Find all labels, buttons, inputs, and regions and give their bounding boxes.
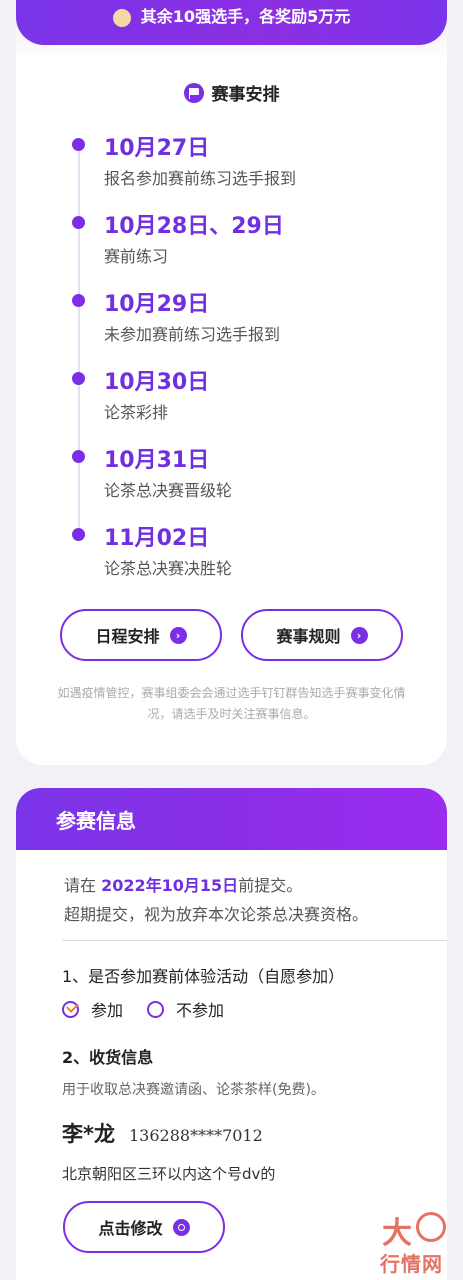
flag-icon bbox=[183, 82, 204, 103]
timeline-dot bbox=[72, 138, 85, 151]
timeline-desc: 论茶总决赛决胜轮 bbox=[104, 559, 233, 578]
timeline-date: 10月30日 bbox=[104, 370, 210, 395]
deadline-suffix: 前提交。 bbox=[238, 876, 303, 895]
banner-text: 其余10强选手，各奖励5万元 bbox=[140, 7, 351, 26]
medal-icon bbox=[112, 9, 131, 27]
recipient-address: 北京朝阳区三环以内这个号dv的 bbox=[62, 1165, 276, 1183]
edit-button-label: 点击修改 bbox=[98, 1219, 163, 1238]
divider bbox=[62, 940, 447, 941]
recipient-phone: 136288****7012 bbox=[128, 1126, 263, 1145]
timeline-desc: 未参加赛前练习选手报到 bbox=[104, 325, 281, 344]
rules-button[interactable]: 赛事规则 › bbox=[241, 609, 403, 661]
schedule-card: 赛事安排 10月27日 报名参加赛前练习选手报到 10月28日、29日 赛前练习… bbox=[16, 0, 447, 765]
timeline-date: 10月31日 bbox=[104, 448, 210, 473]
watermark-bottom: 行情网 bbox=[380, 1252, 443, 1276]
timeline-date: 10月28日、29日 bbox=[104, 214, 284, 239]
timeline-dot bbox=[72, 216, 85, 229]
deadline-text: 请在 2022年10月15日前提交。 bbox=[64, 872, 302, 896]
notice-text: 如遇疫情管控，赛事组委会会通过选手钉钉群告知选手赛事变化情况，请选手及时关注赛事… bbox=[57, 686, 406, 721]
chevron-right-icon: › bbox=[169, 626, 187, 644]
radio-attend-label: 参加 bbox=[91, 1001, 124, 1020]
timeline-desc: 报名参加赛前练习选手报到 bbox=[104, 169, 297, 188]
radio-attend[interactable]: 参加 bbox=[62, 997, 123, 1021]
rules-button-label: 赛事规则 bbox=[276, 627, 341, 646]
timeline-date: 11月02日 bbox=[104, 526, 210, 551]
deadline-note: 超期提交，视为放弃本次论茶总决赛资格。 bbox=[64, 905, 369, 924]
timeline-desc: 论茶总决赛晋级轮 bbox=[104, 481, 233, 500]
watermark-logo: 大 行情网 bbox=[376, 1208, 456, 1276]
watermark-top: 大 bbox=[382, 1216, 412, 1251]
shipping-desc: 用于收取总决赛邀请函、论茶茶样(免费)。 bbox=[62, 1082, 325, 1098]
timeline-desc: 赛前练习 bbox=[104, 247, 169, 266]
radio-not-attend[interactable]: 不参加 bbox=[147, 997, 224, 1021]
schedule-title: 赛事安排 bbox=[16, 80, 447, 105]
deadline-prefix: 请在 bbox=[64, 876, 97, 895]
radio-not-attend-label: 不参加 bbox=[176, 1001, 225, 1020]
gear-icon bbox=[172, 1218, 190, 1236]
recipient: 李*龙 136288****7012 bbox=[62, 1118, 263, 1148]
schedule-button-label: 日程安排 bbox=[95, 627, 160, 646]
edit-button[interactable]: 点击修改 bbox=[63, 1201, 225, 1253]
question-pre-event: 1、是否参加赛前体验活动（自愿参加） bbox=[62, 967, 345, 986]
timeline-desc: 论茶彩排 bbox=[104, 403, 169, 422]
timeline-dot bbox=[72, 294, 85, 307]
shipping-title: 2、收货信息 bbox=[62, 1048, 154, 1067]
timeline-date: 10月27日 bbox=[104, 136, 210, 161]
deadline-date: 2022年10月15日 bbox=[101, 876, 239, 895]
radio-checked-icon bbox=[62, 1000, 79, 1018]
tea-cup-icon bbox=[416, 1212, 446, 1242]
timeline-dot bbox=[72, 450, 85, 463]
timeline-dot bbox=[72, 372, 85, 385]
entry-header: 参赛信息 bbox=[16, 788, 447, 850]
pre-event-radio-group: 参加 不参加 bbox=[62, 997, 248, 1021]
radio-unchecked-icon bbox=[147, 1000, 165, 1018]
chevron-right-icon: › bbox=[350, 626, 368, 644]
recipient-name: 李*龙 bbox=[62, 1122, 115, 1146]
schedule-title-text: 赛事安排 bbox=[211, 85, 280, 105]
schedule-button[interactable]: 日程安排 › bbox=[60, 609, 222, 661]
timeline-line bbox=[78, 145, 80, 535]
prize-banner: 其余10强选手，各奖励5万元 bbox=[16, 0, 447, 45]
timeline-date: 10月29日 bbox=[104, 292, 210, 317]
entry-card: 参赛信息 请在 2022年10月15日前提交。 超期提交，视为放弃本次论茶总决赛… bbox=[16, 788, 447, 1280]
entry-title: 参赛信息 bbox=[56, 808, 136, 833]
timeline-dot bbox=[72, 528, 85, 541]
